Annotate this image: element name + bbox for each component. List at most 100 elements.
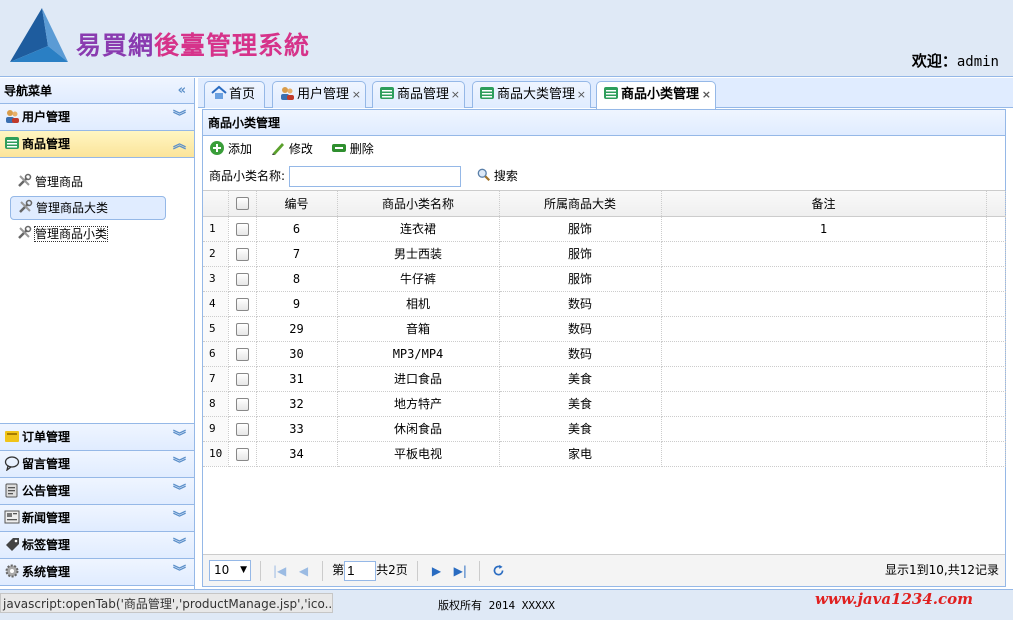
table-row[interactable]: 5 29 音箱 数码 xyxy=(203,316,1006,342)
row-checkbox[interactable] xyxy=(228,241,257,267)
table-row[interactable]: 2 7 男士西装 服饰 xyxy=(203,241,1006,267)
cell-id: 8 xyxy=(256,266,338,292)
cell-name: 平板电视 xyxy=(337,441,500,467)
next-page-button[interactable]: ▶ xyxy=(426,556,446,586)
home-icon xyxy=(211,85,227,99)
row-number: 7 xyxy=(203,366,229,392)
collapse-left-icon[interactable]: « xyxy=(178,78,186,104)
cell-note xyxy=(661,341,987,367)
tools-icon xyxy=(18,173,32,187)
section-system-management[interactable]: 系统管理 ︾ xyxy=(0,559,194,586)
cell-filler xyxy=(986,291,1006,317)
cell-name: 男士西装 xyxy=(337,241,500,267)
search-icon xyxy=(477,168,490,182)
table-row[interactable]: 9 33 休闲食品 美食 xyxy=(203,416,1006,442)
close-icon[interactable]: × xyxy=(577,82,586,107)
tab-home[interactable]: 首页 xyxy=(204,81,265,108)
grid-icon xyxy=(604,87,618,99)
chevron-down-icon: ︾ xyxy=(172,511,186,526)
grid-header-row: 编号 商品小类名称 所属商品大类 备注 xyxy=(203,191,1006,217)
row-number: 6 xyxy=(203,341,229,367)
section-product-management[interactable]: 商品管理 ︽ xyxy=(0,131,194,158)
edit-button[interactable]: 修改 xyxy=(270,136,313,163)
chevron-up-icon: ︽ xyxy=(172,137,186,152)
row-number: 8 xyxy=(203,391,229,417)
row-number: 2 xyxy=(203,241,229,267)
row-checkbox[interactable] xyxy=(228,316,257,342)
row-checkbox[interactable] xyxy=(228,391,257,417)
close-icon[interactable]: × xyxy=(702,82,711,107)
copyright-text: 版权所有 2014 XXXXX xyxy=(438,599,555,612)
table-row[interactable]: 10 34 平板电视 家电 xyxy=(203,441,1006,467)
cell-id: 31 xyxy=(256,366,338,392)
prev-page-button[interactable]: ◀ xyxy=(293,556,313,586)
pager-separator xyxy=(416,560,418,581)
close-icon[interactable]: × xyxy=(451,82,460,107)
menu-manage-products[interactable]: 管理商品 xyxy=(10,170,166,194)
app-header: 易買網後臺管理系統 欢迎：admin xyxy=(0,0,1013,77)
row-checkbox[interactable] xyxy=(228,291,257,317)
section-order-management[interactable]: 订单管理 ︾ xyxy=(0,424,194,451)
section-notice-management[interactable]: 公告管理 ︾ xyxy=(0,478,194,505)
close-icon[interactable]: × xyxy=(352,82,361,107)
cell-id: 9 xyxy=(256,291,338,317)
tab-small-category-management[interactable]: 商品小类管理 × xyxy=(596,81,716,109)
table-row[interactable]: 3 8 牛仔裤 服饰 xyxy=(203,266,1006,292)
cell-name: 休闲食品 xyxy=(337,416,500,442)
chevron-down-icon: ︾ xyxy=(172,565,186,580)
page-size-select[interactable]: 10 ▼ xyxy=(209,560,251,581)
delete-button[interactable]: 删除 xyxy=(331,136,374,163)
users-icon xyxy=(6,110,19,123)
row-number: 1 xyxy=(203,216,229,242)
category-grid: 编号 商品小类名称 所属商品大类 备注 1 6 连衣裙 服饰 1 2 7 男士西装 服饰 38… xyxy=(203,191,1006,467)
menu-manage-big-category[interactable]: 管理商品大类 xyxy=(10,196,166,220)
section-message-management[interactable]: 留言管理 ︾ xyxy=(0,451,194,478)
column-header-name[interactable]: 商品小类名称 xyxy=(337,191,500,217)
first-page-button[interactable]: |◀ xyxy=(270,556,290,586)
column-header-category[interactable]: 所属商品大类 xyxy=(499,191,662,217)
remove-icon xyxy=(331,144,346,152)
page-number-input[interactable] xyxy=(344,560,377,581)
logo-icon xyxy=(10,8,68,62)
cell-filler xyxy=(986,266,1006,292)
menu-manage-small-category[interactable]: 管理商品小类 xyxy=(10,222,166,246)
search-button[interactable]: 搜索 xyxy=(477,163,518,189)
tab-user-management[interactable]: 用户管理 × xyxy=(272,81,366,108)
section-tag-management[interactable]: 标签管理 ︾ xyxy=(0,532,194,559)
table-row[interactable]: 8 32 地方特产 美食 xyxy=(203,391,1006,417)
section-user-management[interactable]: 用户管理 ︾ xyxy=(0,104,194,131)
chevron-down-icon: ︾ xyxy=(172,484,186,499)
search-input[interactable] xyxy=(289,166,462,187)
username: admin xyxy=(956,54,999,70)
section-news-management[interactable]: 新闻管理 ︾ xyxy=(0,505,194,532)
row-checkbox[interactable] xyxy=(228,416,257,442)
row-checkbox[interactable] xyxy=(228,441,257,467)
add-button[interactable]: 添加 xyxy=(209,136,252,163)
panel-title: 商品小类管理 xyxy=(203,110,1005,136)
row-checkbox[interactable] xyxy=(228,216,257,242)
cell-note xyxy=(661,416,987,442)
news-icon xyxy=(4,510,20,524)
tab-product-management[interactable]: 商品管理 × xyxy=(372,81,465,108)
table-row[interactable]: 7 31 进口食品 美食 xyxy=(203,366,1006,392)
table-row[interactable]: 1 6 连衣裙 服饰 1 xyxy=(203,216,1006,242)
site-title: 易買網後臺管理系統 xyxy=(76,31,311,60)
search-bar: 商品小类名称: 搜索 xyxy=(203,163,1005,191)
header-filler xyxy=(986,191,1006,217)
cell-name: 地方特产 xyxy=(337,391,500,417)
column-header-note[interactable]: 备注 xyxy=(661,191,987,217)
last-page-button[interactable]: ▶| xyxy=(450,556,470,586)
cell-filler xyxy=(986,341,1006,367)
cell-category: 服饰 xyxy=(499,241,662,267)
row-checkbox[interactable] xyxy=(228,366,257,392)
row-checkbox[interactable] xyxy=(228,266,257,292)
tab-big-category-management[interactable]: 商品大类管理 × xyxy=(472,81,591,108)
dropdown-arrow-icon: ▼ xyxy=(240,565,247,575)
row-checkbox[interactable] xyxy=(228,341,257,367)
footer: javascript:openTab('商品管理','productManage… xyxy=(0,589,1013,620)
table-row[interactable]: 4 9 相机 数码 xyxy=(203,291,1006,317)
column-header-id[interactable]: 编号 xyxy=(256,191,338,217)
select-all-checkbox[interactable] xyxy=(228,191,257,217)
refresh-button[interactable] xyxy=(489,556,509,586)
table-row[interactable]: 6 30 MP3/MP4 数码 xyxy=(203,341,1006,367)
